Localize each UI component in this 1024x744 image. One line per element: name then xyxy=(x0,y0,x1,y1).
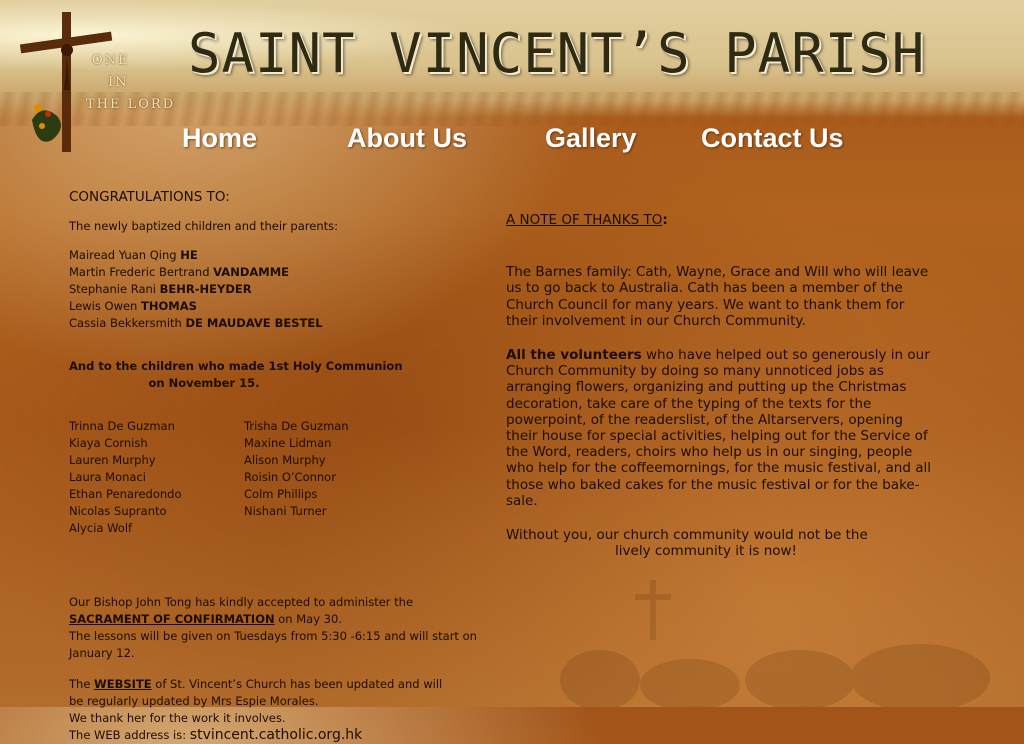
nav-home[interactable]: Home xyxy=(182,123,257,154)
baptized-list: Mairead Yuan Qing HE Martin Frederic Ber… xyxy=(69,247,504,332)
communion-heading: And to the children who made 1st Holy Co… xyxy=(69,358,403,392)
thanks-heading-row: A NOTE OF THANKS TO: xyxy=(506,212,936,228)
confirmation-notice: Our Bishop John Tong has kindly accepted… xyxy=(69,594,499,662)
volunteers-bold: All the volunteers xyxy=(506,347,642,364)
surname: VANDAMME xyxy=(213,265,290,279)
nav-about-us[interactable]: About Us xyxy=(347,123,467,154)
left-column: CONGRATULATIONS TO: The newly baptized c… xyxy=(69,189,504,744)
list-item: Ethan Penaredondo xyxy=(69,487,182,501)
thanks-heading-link[interactable]: A NOTE OF THANKS TO xyxy=(506,212,662,228)
website-link[interactable]: WEBSITE xyxy=(94,677,152,691)
motto-line: ONE xyxy=(92,53,130,68)
list-item: Kiaya Cornish xyxy=(69,436,148,450)
list-item: Cassia Bekkersmith DE MAUDAVE BESTEL xyxy=(69,315,504,332)
motto: ONE IN THE LORD xyxy=(86,50,175,116)
site-title: SAINT VINCENT’S PARISH xyxy=(188,22,926,85)
surname: DE MAUDAVE BESTEL xyxy=(185,316,323,330)
website-pre: The xyxy=(69,677,95,691)
website-address-line: The WEB address is: stvincent.catholic.o… xyxy=(69,727,444,744)
list-item: Roisin O’Connor xyxy=(244,470,336,484)
list-item: Mairead Yuan Qing HE xyxy=(69,247,504,264)
given-name: Cassia Bekkersmith xyxy=(69,316,182,330)
volunteers-text: who have helped out so generously in our… xyxy=(506,347,931,509)
nav-contact-us[interactable]: Contact Us xyxy=(701,123,844,154)
list-item: Colm Phillips xyxy=(244,487,318,501)
motto-line: IN xyxy=(108,75,129,90)
thanks-barnes: The Barnes family: Cath, Wayne, Grace an… xyxy=(506,264,929,329)
list-item: Nicolas Supranto xyxy=(69,504,167,518)
website-address: stvincent.catholic.org.hk xyxy=(189,727,363,743)
website-address-label: The WEB address is: xyxy=(69,728,190,742)
thanks-heading-colon: : xyxy=(662,212,668,228)
website-thanks: We thank her for the work it involves. xyxy=(69,711,286,725)
list-item: Alycia Wolf xyxy=(69,521,133,535)
list-item: Alison Murphy xyxy=(244,453,326,467)
given-name: Stephanie Rani xyxy=(69,282,157,296)
surname: THOMAS xyxy=(141,299,197,313)
closing-line: Without you, our church community would … xyxy=(506,527,868,544)
closing-line: lively community it is now! xyxy=(615,543,797,560)
right-column: A NOTE OF THANKS TO: The Barnes family: … xyxy=(506,212,936,559)
thanks-closing: Without you, our church community would … xyxy=(506,527,936,559)
communion-list: Trinna De Guzman Kiaya Cornish Lauren Mu… xyxy=(69,418,504,538)
thanks-volunteers: All the volunteers who have helped out s… xyxy=(506,347,936,509)
list-item: Stephanie Rani BEHR-HEYDER xyxy=(69,281,504,298)
confirmation-line: The lessons will be given on Tuesdays fr… xyxy=(69,629,477,660)
given-name: Lewis Owen xyxy=(69,299,138,313)
main-nav: Home About Us Gallery Contact Us xyxy=(0,123,1024,159)
list-item: Nishani Turner xyxy=(244,504,327,518)
list-item: Trinna De Guzman xyxy=(69,419,175,433)
motto-line: THE LORD xyxy=(86,97,176,112)
given-name: Mairead Yuan Qing xyxy=(69,248,177,262)
confirmation-date: on May 30. xyxy=(274,612,342,626)
congregation-silhouette-image xyxy=(560,580,990,707)
communion-column-2: Trisha De Guzman Maxine Lidman Alison Mu… xyxy=(244,418,349,520)
surname: BEHR-HEYDER xyxy=(159,282,252,296)
list-item: Lauren Murphy xyxy=(69,453,156,467)
given-name: Martin Frederic Bertrand xyxy=(69,265,210,279)
surname: HE xyxy=(180,248,198,262)
list-item: Martin Frederic Bertrand VANDAMME xyxy=(69,264,504,281)
confirmation-link[interactable]: SACRAMENT OF CONFIRMATION xyxy=(69,612,275,626)
communion-heading-line: on November 15. xyxy=(148,376,260,390)
list-item: Laura Monaci xyxy=(69,470,146,484)
website-notice: The WEBSITE of St. Vincent’s Church has … xyxy=(69,676,444,744)
nav-gallery[interactable]: Gallery xyxy=(545,123,637,154)
confirmation-line: Our Bishop John Tong has kindly accepted… xyxy=(69,595,414,609)
communion-column-1: Trinna De Guzman Kiaya Cornish Lauren Mu… xyxy=(69,418,182,537)
list-item: Trisha De Guzman xyxy=(244,419,349,433)
congratulations-heading: CONGRATULATIONS TO: xyxy=(69,189,230,205)
list-item: Maxine Lidman xyxy=(244,436,332,450)
list-item: Lewis Owen THOMAS xyxy=(69,298,504,315)
confirmation-line: SACRAMENT OF CONFIRMATION on May 30. xyxy=(69,611,499,628)
baptized-intro: The newly baptized children and their pa… xyxy=(69,219,338,233)
communion-heading-line: And to the children who made 1st Holy Co… xyxy=(69,359,403,373)
